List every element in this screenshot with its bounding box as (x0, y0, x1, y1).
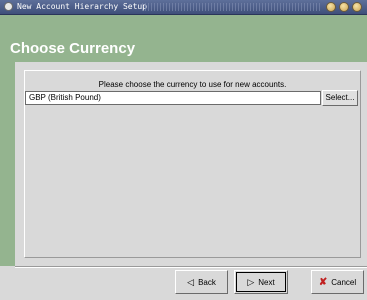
close-icon[interactable] (352, 2, 362, 12)
currency-prompt: Please choose the currency to use for ne… (98, 80, 287, 89)
next-label: Next (258, 277, 275, 287)
druid-header: Choose Currency (0, 15, 367, 62)
minimize-icon[interactable] (326, 2, 336, 12)
currency-field[interactable]: GBP (British Pound) (25, 91, 321, 105)
arrow-right-icon: ▷ (247, 276, 255, 287)
cancel-label: Cancel (331, 277, 357, 287)
maximize-icon[interactable] (339, 2, 349, 12)
arrow-left-icon: ◁ (187, 276, 195, 287)
window-menu-icon[interactable] (4, 2, 13, 11)
back-label: Back (198, 277, 216, 287)
page-title: Choose Currency (10, 40, 136, 57)
cancel-button[interactable]: ✘ Cancel (311, 270, 364, 294)
druid-side-strip (0, 62, 15, 266)
window-title: New Account Hierarchy Setup (17, 2, 148, 11)
window-titlebar[interactable]: New Account Hierarchy Setup (0, 0, 367, 15)
next-button[interactable]: ▷ Next (234, 270, 288, 294)
titlebar-grip (142, 3, 320, 11)
select-currency-button[interactable]: Select... (322, 90, 358, 106)
cancel-x-icon: ✘ (318, 276, 328, 288)
back-button[interactable]: ◁ Back (175, 270, 228, 294)
button-separator (15, 266, 367, 268)
